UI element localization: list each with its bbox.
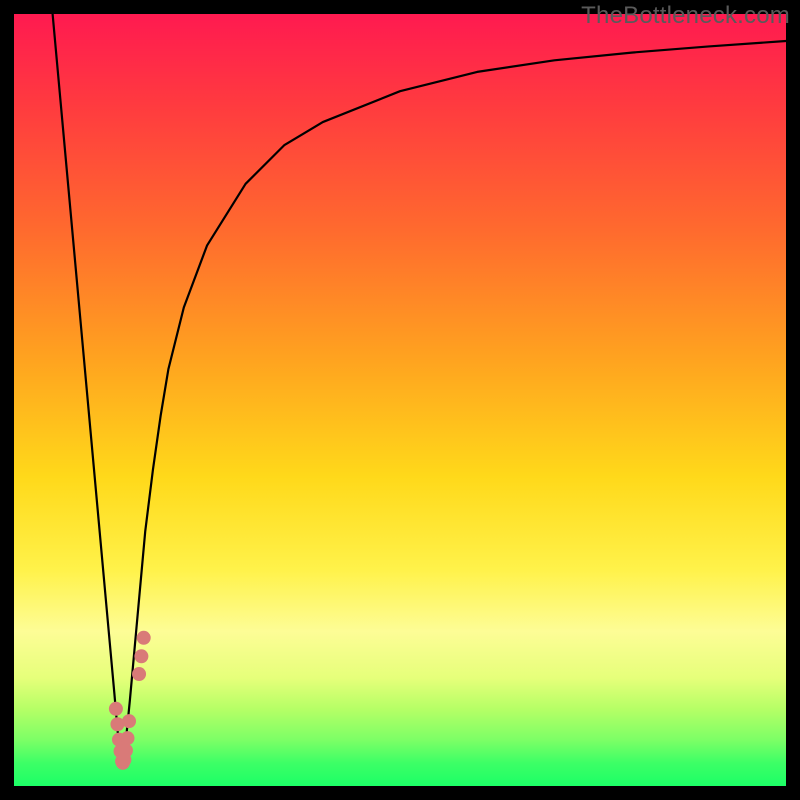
chart-svg (14, 14, 786, 786)
data-point (120, 731, 134, 745)
bottleneck-curve (53, 14, 786, 755)
watermark-text: TheBottleneck.com (581, 2, 790, 30)
data-point (119, 743, 133, 757)
plot-area (14, 14, 786, 786)
data-point (122, 714, 136, 728)
data-point (134, 649, 148, 663)
data-point (137, 631, 151, 645)
data-point (109, 702, 123, 716)
data-point (132, 667, 146, 681)
